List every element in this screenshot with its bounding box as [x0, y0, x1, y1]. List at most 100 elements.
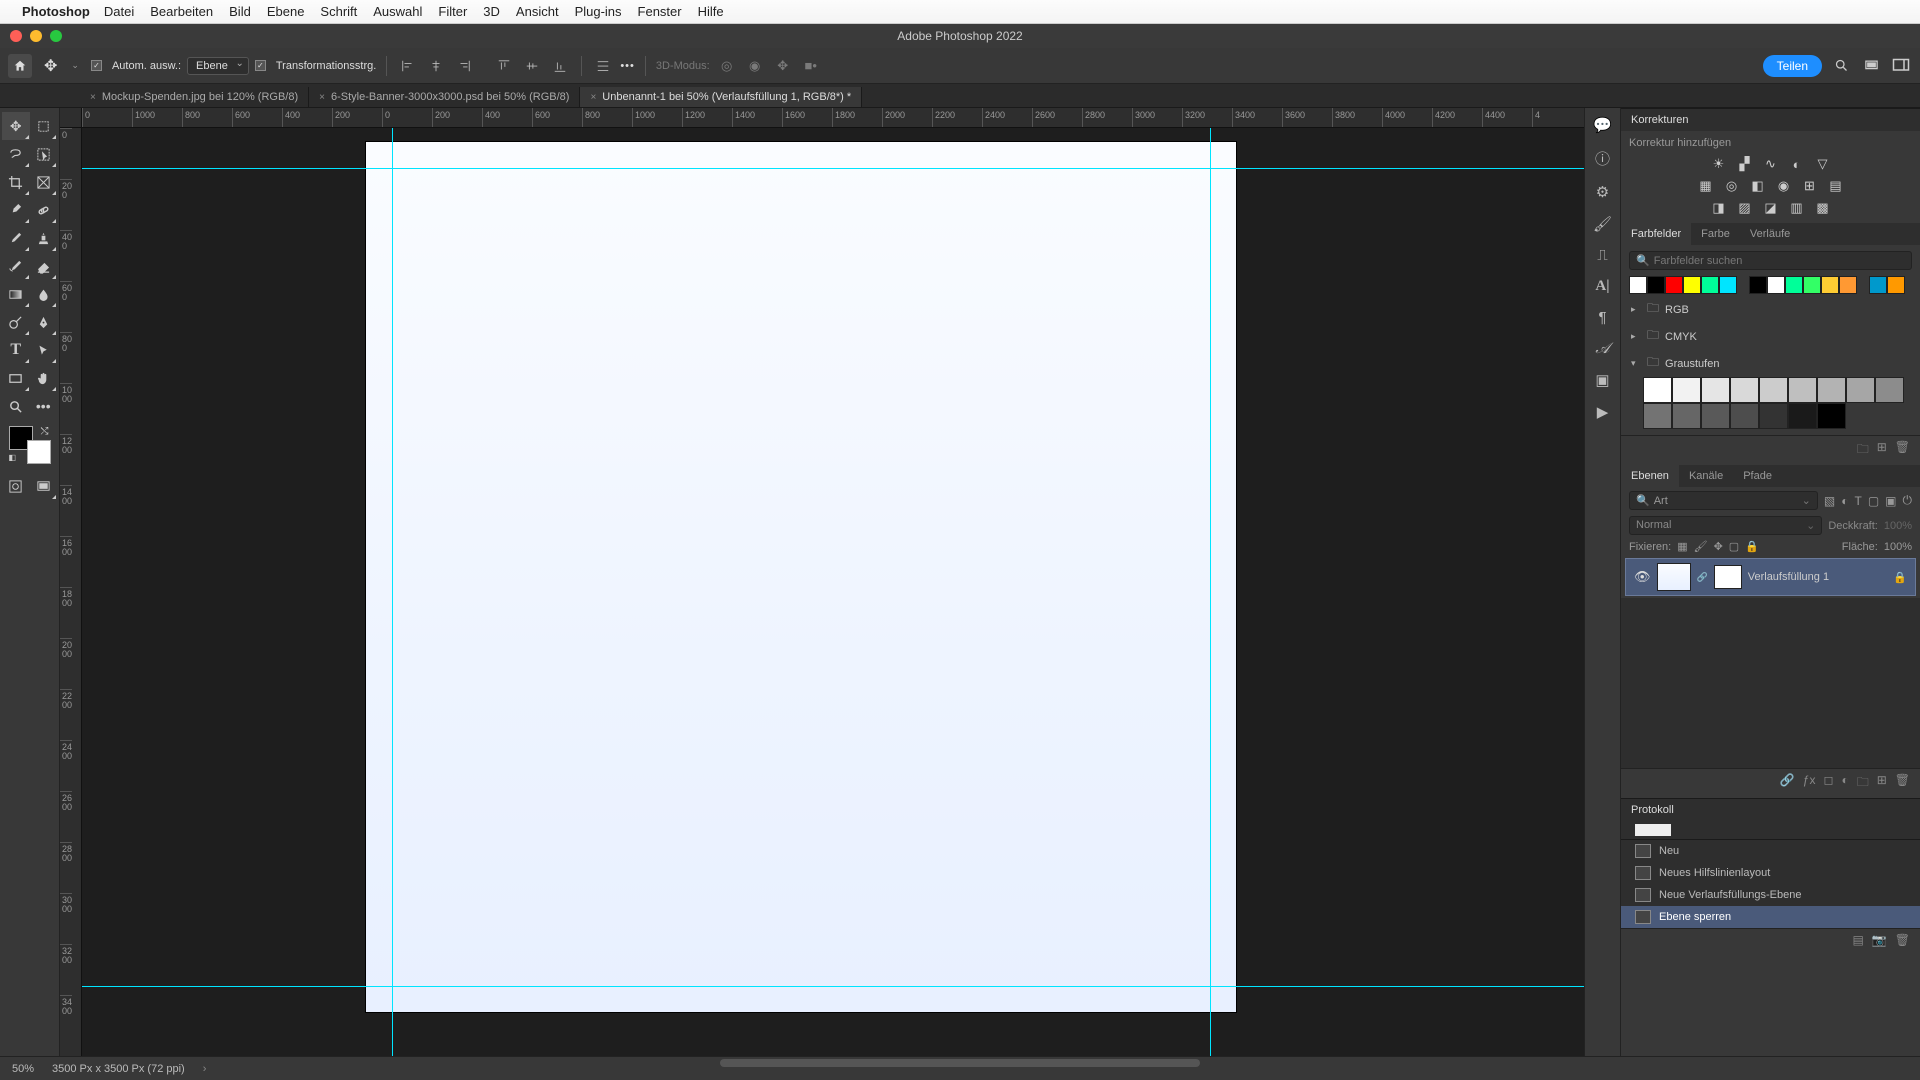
- threshold-icon[interactable]: ◪: [1761, 199, 1781, 217]
- filter-type-icon[interactable]: T: [1854, 494, 1861, 508]
- swatch[interactable]: [1788, 403, 1817, 429]
- canvas-document[interactable]: [366, 142, 1236, 1012]
- swatch[interactable]: [1803, 276, 1821, 294]
- guide-vertical[interactable]: [392, 128, 393, 1056]
- opacity-value[interactable]: 100%: [1884, 520, 1912, 532]
- swatch[interactable]: [1788, 377, 1817, 403]
- menu-3d[interactable]: 3D: [483, 4, 500, 19]
- document-tab[interactable]: ×6-Style-Banner-3000x3000.psd bei 50% (R…: [309, 87, 580, 107]
- channel-mixer-icon[interactable]: ⊞: [1800, 177, 1820, 195]
- add-mask-icon[interactable]: ◻: [1823, 773, 1833, 794]
- color-wells[interactable]: ⤭ ◧: [9, 426, 51, 464]
- swatch[interactable]: [1683, 276, 1701, 294]
- color-tab[interactable]: Farbe: [1691, 223, 1740, 245]
- glyphs-panel-icon[interactable]: 𝒜: [1595, 340, 1609, 357]
- selective-color-icon[interactable]: ▩: [1813, 199, 1833, 217]
- move-tool[interactable]: ✥: [2, 112, 30, 140]
- close-tab-icon[interactable]: ×: [319, 92, 325, 103]
- swatch[interactable]: [1701, 403, 1730, 429]
- swatches-tab[interactable]: Farbfelder: [1621, 223, 1691, 245]
- adjustments-panel-header[interactable]: Korrekturen: [1621, 108, 1920, 131]
- align-vcenter-button[interactable]: [521, 55, 543, 77]
- character-panel-icon[interactable]: A|: [1595, 278, 1609, 295]
- home-button[interactable]: [8, 54, 32, 78]
- document-tab[interactable]: ×Mockup-Spenden.jpg bei 120% (RGB/8): [80, 87, 309, 107]
- menu-schrift[interactable]: Schrift: [320, 4, 357, 19]
- comments-panel-icon[interactable]: 💬: [1593, 116, 1612, 134]
- more-options-button[interactable]: •••: [620, 60, 635, 72]
- ruler-horizontal[interactable]: 0100080060040020002004006008001000120014…: [82, 108, 1584, 128]
- history-snapshot[interactable]: [1621, 821, 1920, 840]
- new-swatch-icon[interactable]: ⊞: [1877, 440, 1887, 461]
- close-tab-icon[interactable]: ×: [590, 92, 596, 103]
- brush-tool[interactable]: [2, 224, 30, 252]
- lock-all-icon[interactable]: 🔒: [1745, 540, 1759, 553]
- canvas-area[interactable]: 0100080060040020002004006008001000120014…: [60, 108, 1584, 1056]
- blend-mode-dropdown[interactable]: Normal: [1629, 516, 1822, 535]
- edit-toolbar-button[interactable]: •••: [30, 392, 58, 420]
- search-app-button[interactable]: [1830, 55, 1852, 77]
- filter-shape-icon[interactable]: ▢: [1868, 494, 1879, 508]
- guide-horizontal[interactable]: [82, 168, 1584, 169]
- swatch-group-rgb[interactable]: ▸🗀RGB: [1629, 296, 1912, 323]
- swatch[interactable]: [1839, 276, 1857, 294]
- swatch[interactable]: [1869, 276, 1887, 294]
- rectangle-tool[interactable]: [2, 364, 30, 392]
- new-group-icon[interactable]: 🗀: [1857, 773, 1869, 794]
- history-panel-header[interactable]: Protokoll: [1621, 798, 1920, 821]
- exposure-adjustment-icon[interactable]: ◐: [1787, 155, 1807, 173]
- align-bottom-button[interactable]: [549, 55, 571, 77]
- frame-tool[interactable]: [30, 168, 58, 196]
- history-item[interactable]: Neues Hilfslinienlayout: [1621, 862, 1920, 884]
- bw-adjustment-icon[interactable]: ◧: [1748, 177, 1768, 195]
- pen-tool[interactable]: [30, 308, 58, 336]
- screen-mode-tool-button[interactable]: [30, 472, 58, 500]
- swatch-group-cmyk[interactable]: ▸🗀CMYK: [1629, 323, 1912, 350]
- gradient-tool[interactable]: [2, 280, 30, 308]
- brushes-panel-icon[interactable]: 🖌: [1593, 215, 1612, 233]
- lasso-tool[interactable]: [2, 140, 30, 168]
- swatch[interactable]: [1629, 276, 1647, 294]
- background-color[interactable]: [27, 440, 51, 464]
- screen-mode-button[interactable]: [1860, 55, 1882, 77]
- new-layer-icon[interactable]: ⊞: [1877, 773, 1887, 794]
- posterize-icon[interactable]: ▨: [1735, 199, 1755, 217]
- menu-ebene[interactable]: Ebene: [267, 4, 305, 19]
- tool-preset-chevron-icon[interactable]: ⌄: [71, 60, 79, 71]
- swap-colors-icon[interactable]: ⤭: [41, 426, 49, 437]
- gradients-tab[interactable]: Verläufe: [1740, 223, 1800, 245]
- swatch[interactable]: [1817, 377, 1846, 403]
- menu-fenster[interactable]: Fenster: [638, 4, 682, 19]
- swatch[interactable]: [1701, 377, 1730, 403]
- link-layers-icon[interactable]: 🔗: [1780, 773, 1795, 794]
- guide-vertical[interactable]: [1210, 128, 1211, 1056]
- auto-select-dropdown[interactable]: Ebene: [187, 57, 249, 75]
- menu-bild[interactable]: Bild: [229, 4, 251, 19]
- paths-tab[interactable]: Pfade: [1733, 465, 1782, 487]
- delete-swatch-icon[interactable]: 🗑: [1895, 440, 1910, 461]
- close-tab-icon[interactable]: ×: [90, 92, 96, 103]
- modifications-panel-icon[interactable]: ⎍: [1597, 247, 1608, 264]
- crop-tool[interactable]: [2, 168, 30, 196]
- brightness-adjustment-icon[interactable]: ☀: [1709, 155, 1729, 173]
- lock-paint-icon[interactable]: 🖌: [1694, 540, 1708, 553]
- clone-stamp-tool[interactable]: [30, 224, 58, 252]
- horizontal-scrollbar[interactable]: [720, 1059, 1200, 1067]
- distribute-button[interactable]: [592, 55, 614, 77]
- layers-tab[interactable]: Ebenen: [1621, 465, 1679, 487]
- layer-row[interactable]: 👁 🔗 Verlaufsfüllung 1 🔒: [1625, 558, 1916, 596]
- swatch[interactable]: [1730, 403, 1759, 429]
- paragraph-panel-icon[interactable]: ¶: [1598, 309, 1606, 326]
- minimize-window-button[interactable]: [30, 30, 42, 42]
- eyedropper-tool[interactable]: [2, 196, 30, 224]
- menu-datei[interactable]: Datei: [104, 4, 134, 19]
- color-lookup-icon[interactable]: ▤: [1826, 177, 1846, 195]
- history-item[interactable]: Neue Verlaufsfüllungs-Ebene: [1621, 884, 1920, 906]
- swatch[interactable]: [1767, 276, 1785, 294]
- properties-panel-icon[interactable]: ⓘ: [1595, 148, 1610, 169]
- align-hcenter-button[interactable]: [425, 55, 447, 77]
- share-button[interactable]: Teilen: [1763, 55, 1822, 77]
- swatch[interactable]: [1647, 276, 1665, 294]
- history-brush-tool[interactable]: [2, 252, 30, 280]
- add-adjustment-layer-icon[interactable]: ◐: [1841, 773, 1848, 794]
